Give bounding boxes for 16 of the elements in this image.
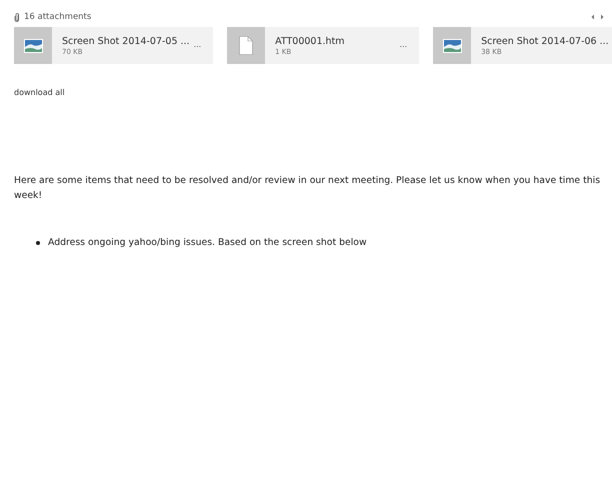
more-button[interactable]: ... [396,38,420,52]
bullet-icon [36,240,40,244]
attachments-count: 16 attachments [24,12,92,22]
more-button[interactable]: ... [190,38,214,52]
next-icon[interactable] [600,14,604,20]
image-icon [442,38,462,52]
file-icon [239,36,254,55]
download-all-link[interactable]: download all [14,88,65,97]
message-paragraph: Here are some items that need to be resolved and/or review in our next meeting. Please let us know when you have time this week! [14,174,602,203]
file-name: Screen Shot 2014-07-05 ... [62,36,190,46]
file-name: Screen Shot 2014-07-06 ... [481,36,610,46]
file-name: ATT00001.htm [275,36,346,46]
image-icon [24,38,42,52]
previous-icon[interactable] [591,14,595,20]
bullet-text: Address ongoing yahoo/bing issues. Based on the screen shot below [48,237,367,248]
paperclip-icon [14,12,20,22]
